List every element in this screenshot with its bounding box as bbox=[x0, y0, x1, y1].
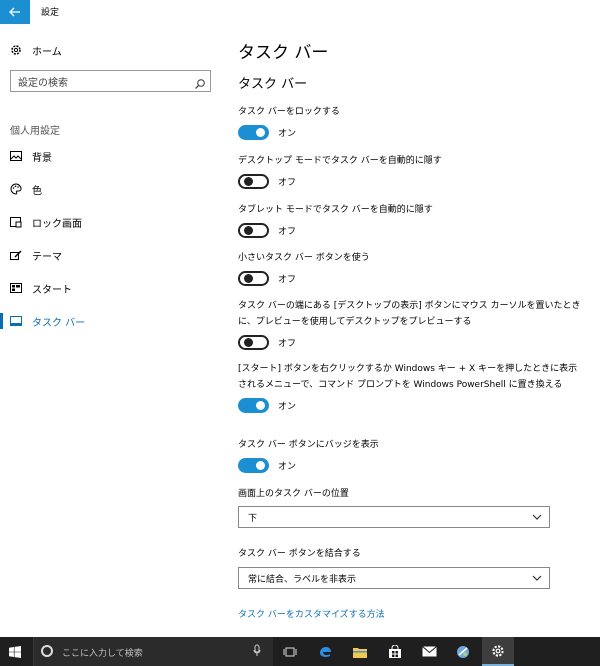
toggle-switch[interactable] bbox=[238, 222, 269, 238]
search-input[interactable] bbox=[11, 73, 186, 94]
back-arrow-icon bbox=[9, 7, 20, 17]
mail-icon bbox=[421, 646, 437, 657]
toggle-switch[interactable] bbox=[238, 124, 269, 140]
setting-small-buttons: 小さいタスク バー ボタンを使う オフ bbox=[238, 250, 583, 286]
toggle-state: オフ bbox=[278, 338, 297, 349]
sidebar-item-label: 背景 bbox=[32, 152, 52, 164]
windows-taskbar: ここに入力して検索 bbox=[0, 637, 600, 666]
edge-icon bbox=[320, 646, 331, 657]
chevron-down-icon bbox=[532, 575, 542, 581]
sidebar-item-label: 色 bbox=[32, 185, 42, 197]
settings-gear-icon bbox=[492, 644, 504, 657]
sidebar-item-taskbar[interactable]: タスク バー bbox=[0, 312, 222, 330]
file-explorer-button[interactable] bbox=[345, 637, 375, 666]
sidebar-item-lock-screen[interactable]: ロック画面 bbox=[0, 213, 222, 231]
sidebar-item-start[interactable]: スタート bbox=[0, 279, 222, 297]
sidebar-item-label: テーマ bbox=[32, 251, 62, 263]
cortana-icon bbox=[41, 645, 53, 657]
toggle-state: オン bbox=[278, 128, 297, 139]
gear-icon bbox=[10, 44, 22, 56]
window-title: 設定 bbox=[41, 8, 60, 18]
toggle-knob bbox=[256, 400, 265, 410]
customize-taskbar-link[interactable]: タスク バーをカスタマイズする方法 bbox=[238, 607, 385, 620]
edge-button[interactable] bbox=[310, 637, 340, 666]
start-tiles-icon bbox=[10, 282, 22, 294]
sidebar-item-background[interactable]: 背景 bbox=[0, 147, 222, 165]
setting-label: タスク バー ボタンにバッジを表示 bbox=[238, 440, 379, 450]
toggle-switch[interactable] bbox=[238, 457, 269, 473]
toggle-knob bbox=[244, 177, 253, 186]
store-icon bbox=[389, 644, 401, 658]
mail-button[interactable] bbox=[414, 637, 444, 666]
page-title: タスク バー bbox=[238, 43, 329, 63]
setting-label: [スタート] ボタンを右クリックするか Windows キー + X キーを押し… bbox=[238, 364, 578, 390]
toggle-switch[interactable] bbox=[238, 173, 269, 189]
sidebar: ホーム 個人用設定 背景 色 ロック画面 テーマ スター bbox=[0, 24, 222, 637]
section-title: タスク バー bbox=[238, 77, 308, 92]
picture-icon bbox=[10, 150, 22, 162]
toggle-knob bbox=[244, 338, 253, 347]
setting-autohide-tablet: タブレット モードでタスク バーを自動的に隠す オフ bbox=[238, 202, 583, 238]
store-button[interactable] bbox=[380, 637, 410, 666]
sidebar-item-label: タスク バー bbox=[32, 317, 86, 329]
sidebar-home[interactable]: ホーム bbox=[10, 42, 62, 58]
combine-value: 常に結合、ラベルを非表示 bbox=[248, 574, 357, 585]
theme-brush-icon bbox=[10, 249, 22, 261]
search-icon[interactable] bbox=[194, 75, 206, 89]
setting-peek-desktop: タスク バーの端にある [デスクトップの表示] ボタンにマウス カーソルを置いた… bbox=[238, 298, 583, 350]
chevron-down-icon bbox=[532, 514, 542, 520]
back-button[interactable] bbox=[0, 0, 30, 24]
setting-label: タブレット モードでタスク バーを自動的に隠す bbox=[238, 205, 433, 215]
lock-screen-icon bbox=[10, 216, 22, 228]
setting-label: デスクトップ モードでタスク バーを自動的に隠す bbox=[238, 156, 442, 166]
main-content: タスク バー タスク バー タスク バーをロックする オン デスクトップ モード… bbox=[238, 24, 600, 637]
position-label: 画面上のタスク バーの位置 bbox=[238, 489, 349, 499]
position-dropdown[interactable]: 下 bbox=[238, 506, 550, 528]
sidebar-item-theme[interactable]: テーマ bbox=[0, 246, 222, 264]
taskbar-search[interactable]: ここに入力して検索 bbox=[33, 637, 273, 666]
toggle-state: オフ bbox=[278, 226, 297, 237]
app-button[interactable] bbox=[448, 637, 478, 666]
sidebar-item-label: スタート bbox=[32, 284, 72, 296]
toggle-switch[interactable] bbox=[238, 334, 269, 350]
toggle-state: オン bbox=[278, 401, 297, 412]
taskbar-search-placeholder: ここに入力して検索 bbox=[62, 649, 143, 659]
toggle-knob bbox=[244, 274, 253, 283]
app-icon bbox=[457, 645, 469, 658]
task-view-icon bbox=[283, 647, 297, 656]
settings-search[interactable] bbox=[10, 70, 211, 94]
task-view-button[interactable] bbox=[275, 637, 305, 666]
file-explorer-icon bbox=[353, 647, 367, 658]
sidebar-section-label: 個人用設定 bbox=[10, 126, 60, 137]
combine-label: タスク バー ボタンを結合する bbox=[238, 549, 361, 559]
setting-powershell: [スタート] ボタンを右クリックするか Windows キー + X キーを押し… bbox=[238, 361, 583, 413]
setting-lock-taskbar: タスク バーをロックする オン bbox=[238, 104, 583, 140]
settings-app-button[interactable] bbox=[482, 637, 514, 666]
setting-label: タスク バーをロックする bbox=[238, 107, 340, 117]
microphone-icon[interactable] bbox=[253, 644, 261, 658]
sidebar-item-label: ロック画面 bbox=[32, 218, 82, 230]
position-value: 下 bbox=[248, 513, 258, 524]
taskbar-icon bbox=[10, 315, 22, 327]
setting-autohide-desktop: デスクトップ モードでタスク バーを自動的に隠す オフ bbox=[238, 153, 583, 189]
setting-label: 小さいタスク バー ボタンを使う bbox=[238, 253, 370, 263]
toggle-knob bbox=[256, 127, 265, 137]
toggle-state: オン bbox=[278, 461, 297, 472]
toggle-knob bbox=[244, 226, 253, 235]
toggle-switch[interactable] bbox=[238, 397, 269, 413]
title-bar: 設定 bbox=[0, 0, 600, 24]
setting-show-badges: タスク バー ボタンにバッジを表示 オン bbox=[238, 437, 583, 473]
setting-label: タスク バーの端にある [デスクトップの表示] ボタンにマウス カーソルを置いた… bbox=[238, 301, 581, 327]
toggle-knob bbox=[256, 460, 265, 470]
toggle-state: オフ bbox=[278, 177, 297, 188]
combine-dropdown[interactable]: 常に結合、ラベルを非表示 bbox=[238, 567, 550, 589]
palette-icon bbox=[10, 183, 22, 195]
toggle-state: オフ bbox=[278, 274, 297, 285]
sidebar-item-color[interactable]: 色 bbox=[0, 180, 222, 198]
sidebar-home-label: ホーム bbox=[32, 46, 62, 58]
toggle-switch[interactable] bbox=[238, 270, 269, 286]
start-button[interactable] bbox=[0, 637, 30, 666]
windows-logo-icon bbox=[9, 645, 21, 658]
